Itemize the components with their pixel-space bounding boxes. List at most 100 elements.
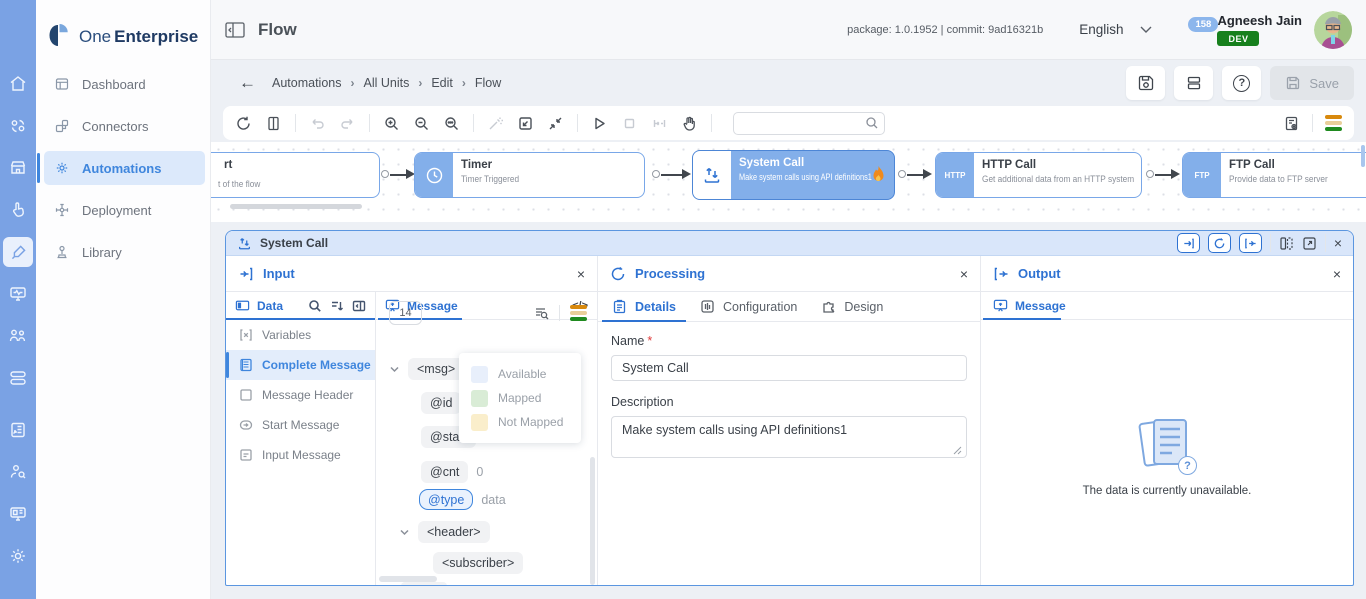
tab-details[interactable]: Details [602, 292, 686, 322]
breadcrumb-item[interactable]: Edit [431, 76, 453, 90]
split-columns-icon[interactable] [1279, 236, 1294, 251]
monitor-grid-icon[interactable] [8, 504, 28, 524]
server-icon[interactable] [8, 368, 28, 388]
zoom-out-icon[interactable] [413, 115, 430, 132]
toggle-input-pane-button[interactable] [1176, 233, 1200, 253]
zoom-in-icon[interactable] [383, 115, 400, 132]
monitor-pulse-icon[interactable] [8, 284, 28, 304]
avatar[interactable] [1314, 10, 1352, 49]
brush-icon[interactable] [3, 237, 33, 267]
chevron-down-icon[interactable] [399, 527, 410, 538]
chevron-down-icon[interactable] [389, 364, 400, 375]
step-icon[interactable] [651, 115, 668, 132]
brand-name-second: Enterprise [114, 27, 199, 46]
doc-panel-icon[interactable] [8, 420, 28, 440]
user-search-icon[interactable] [8, 462, 28, 482]
description-field[interactable]: Make system calls using API definitions1 [611, 416, 967, 458]
close-panel-button[interactable]: × [1334, 236, 1342, 250]
tree-item-message-header[interactable]: Message Header [226, 380, 375, 410]
back-button[interactable]: ← [239, 73, 256, 93]
search-icon[interactable] [308, 299, 322, 313]
font-size-selector[interactable]: 14 [389, 301, 422, 325]
flow-node-ftp-call[interactable]: FTP FTP Call Provide data to FTP server [1182, 152, 1366, 198]
sidebar-item-deployment[interactable]: Deployment [36, 189, 210, 231]
clock-icon [425, 166, 444, 185]
breadcrumb-item[interactable]: Automations [272, 76, 341, 90]
main-area: Flow package: 1.0.1952 | commit: 9ad1632… [211, 0, 1366, 599]
sidebar-item-automations[interactable]: Automations [36, 147, 210, 189]
breadcrumb-item[interactable]: All Units [363, 76, 409, 90]
xml-attr-cnt[interactable]: @cnt [421, 461, 469, 483]
run-icon[interactable] [591, 115, 608, 132]
fit-to-screen-icon[interactable] [517, 115, 534, 132]
flow-node-system-call[interactable]: System Call Make system calls using API … [692, 150, 895, 200]
data-tab[interactable]: Data [226, 292, 375, 320]
canvas-search-input[interactable] [733, 111, 885, 135]
tree-item-input-message[interactable]: Input Message [226, 440, 375, 470]
stop-icon[interactable] [621, 115, 638, 132]
sidebar-item-library[interactable]: Library [36, 231, 210, 273]
open-in-new-icon[interactable] [1302, 236, 1317, 251]
resize-handle-icon[interactable] [953, 446, 962, 455]
xml-tag-header[interactable]: <header> [418, 521, 490, 543]
tree-item-variables[interactable]: Variables [226, 320, 375, 350]
layout-button[interactable] [1174, 66, 1214, 100]
toggle-output-pane-button[interactable] [1238, 233, 1262, 253]
zoom-reset-icon[interactable] [443, 115, 460, 132]
legend-toggle-icon[interactable] [570, 305, 587, 321]
flow-node-timer[interactable]: Timer Timer Triggered [414, 152, 645, 198]
close-output-button[interactable]: × [1333, 267, 1341, 281]
filter-search-icon[interactable] [534, 306, 549, 321]
xml-tag-subscriber[interactable]: <subscriber> [433, 552, 524, 574]
tree-item-start-message[interactable]: Start Message [226, 410, 375, 440]
store-icon[interactable] [8, 158, 28, 178]
canvas-v-scrollbar[interactable] [1361, 145, 1365, 167]
gear-icon[interactable] [8, 546, 28, 566]
sidebar-item-dashboard[interactable]: Dashboard [36, 63, 210, 105]
copy-document-icon[interactable] [265, 115, 282, 132]
user-block[interactable]: Agneesh Jain DEV [1217, 13, 1302, 46]
sort-icon[interactable] [330, 299, 344, 313]
sidebar-item-connectors[interactable]: Connectors [36, 105, 210, 147]
pan-hand-icon[interactable] [681, 115, 698, 132]
people-icon[interactable] [8, 326, 28, 346]
xml-attr-id[interactable]: @id [421, 392, 462, 414]
message-h-scrollbar[interactable] [379, 576, 437, 582]
collapse-pane-icon[interactable] [352, 299, 366, 313]
close-processing-button[interactable]: × [960, 267, 968, 281]
home-icon[interactable] [8, 74, 28, 94]
sidebar-collapse-icon[interactable] [225, 21, 245, 38]
canvas-h-scrollbar[interactable] [230, 204, 362, 209]
message-v-scrollbar[interactable] [590, 457, 595, 585]
toggle-processing-pane-button[interactable] [1207, 233, 1231, 253]
breadcrumb-separator: › [461, 76, 466, 90]
help-button[interactable]: ? [1222, 66, 1262, 100]
reload-icon[interactable] [235, 115, 252, 132]
collapse-arrows-icon[interactable] [547, 115, 564, 132]
touch-icon[interactable] [8, 200, 28, 220]
flow-node-start[interactable]: rt t of the flow [211, 152, 380, 198]
panel-title-actions: × [1176, 233, 1342, 253]
output-message-tab[interactable]: Message [981, 292, 1353, 320]
save-version-button[interactable] [1126, 66, 1166, 100]
breadcrumb-item[interactable]: Flow [475, 76, 501, 90]
name-field[interactable] [611, 355, 967, 381]
tab-design[interactable]: Design [821, 292, 883, 321]
flow-canvas[interactable]: rt t of the flow Timer Timer Triggered S… [211, 142, 1366, 222]
flow-node-http-call[interactable]: HTTP HTTP Call Get additional data from … [935, 152, 1142, 198]
log-view-icon[interactable] [1283, 115, 1300, 132]
language-selector[interactable]: English [1079, 22, 1153, 37]
xml-attr-type[interactable]: @type [419, 489, 474, 510]
undo-icon[interactable] [309, 115, 326, 132]
redo-icon[interactable] [339, 115, 356, 132]
close-input-button[interactable]: × [577, 267, 585, 281]
legend-toggle-icon[interactable] [1325, 115, 1342, 131]
data-window-icon [235, 298, 250, 313]
tree-item-complete-message[interactable]: Complete Message [226, 350, 375, 380]
community-icon[interactable] [8, 116, 28, 136]
save-button[interactable]: Save [1270, 66, 1354, 100]
tab-configuration[interactable]: Configuration [700, 292, 797, 321]
magic-wand-icon[interactable] [487, 115, 504, 132]
xml-tag-msg[interactable]: <msg> [408, 358, 465, 380]
brand-logo[interactable]: One Enterprise [36, 0, 210, 58]
